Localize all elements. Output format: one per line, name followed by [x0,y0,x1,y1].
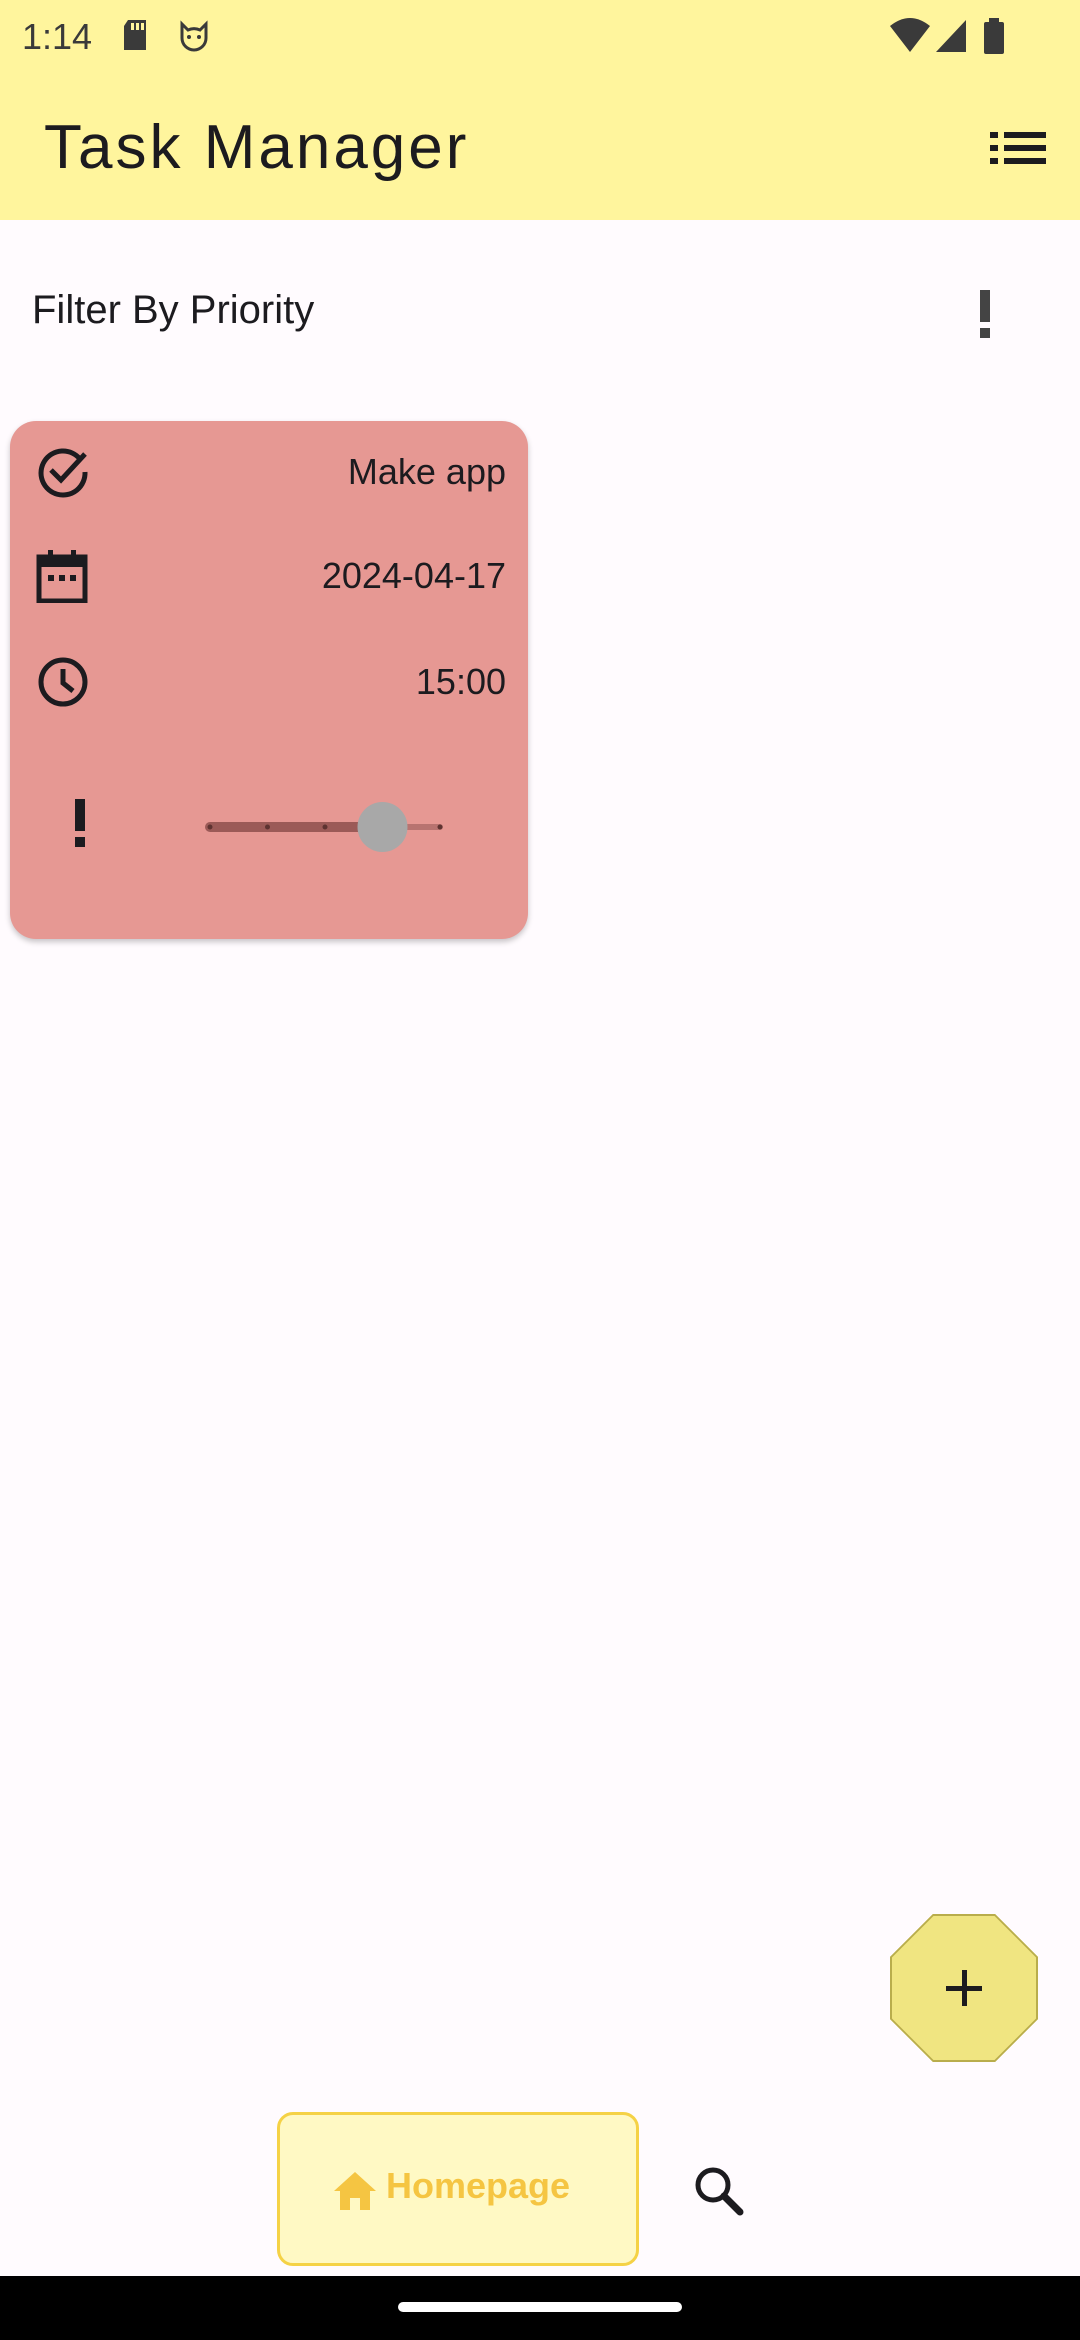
priority-high-icon [75,799,85,847]
plus-icon [946,1970,982,2006]
list-view-button[interactable] [988,126,1048,170]
battery-icon [984,18,1004,54]
wifi-icon [890,18,930,52]
app-title: Task Manager [44,113,470,182]
app-bar: Task Manager [0,76,1080,220]
slider-tick [265,824,270,830]
sd-card-icon [124,20,146,50]
slider-tick [322,824,328,830]
status-time: 1:14 [22,16,93,57]
list-icon [990,132,1046,164]
check-circle-icon [38,448,88,498]
filter-label: Filter By Priority [32,288,315,332]
bottom-navigation: Homepage [0,2100,1080,2276]
clock-icon [38,657,88,707]
nav-item-search[interactable] [690,2162,750,2222]
priority-high-icon [980,290,990,338]
slider-thumb[interactable] [357,802,408,852]
task-date: 2024-04-17 [321,555,506,596]
slider-tick [437,824,443,830]
add-task-button[interactable] [890,1914,1038,2062]
calendar-icon [36,550,88,603]
filter-row: Filter By Priority [0,250,1080,380]
task-card[interactable]: Make app 2024-04-17 15:00 [10,421,528,939]
fab-outline [890,1914,1038,2062]
slider-tick [207,824,213,830]
task-time: 15:00 [415,661,506,702]
nav-item-homepage[interactable]: Homepage [277,2112,639,2266]
priority-slider[interactable] [192,797,452,857]
home-indicator[interactable] [398,2302,682,2312]
system-navigation-bar [0,2276,1080,2340]
filter-priority-button[interactable] [962,286,1008,342]
search-icon [695,2167,744,2216]
home-icon [334,2172,376,2210]
task-title: Make app [347,451,506,492]
status-bar: 1:14 [0,0,1080,76]
signal-icon [936,20,966,52]
cat-face-icon [180,20,208,52]
nav-homepage-label: Homepage [386,2165,571,2206]
